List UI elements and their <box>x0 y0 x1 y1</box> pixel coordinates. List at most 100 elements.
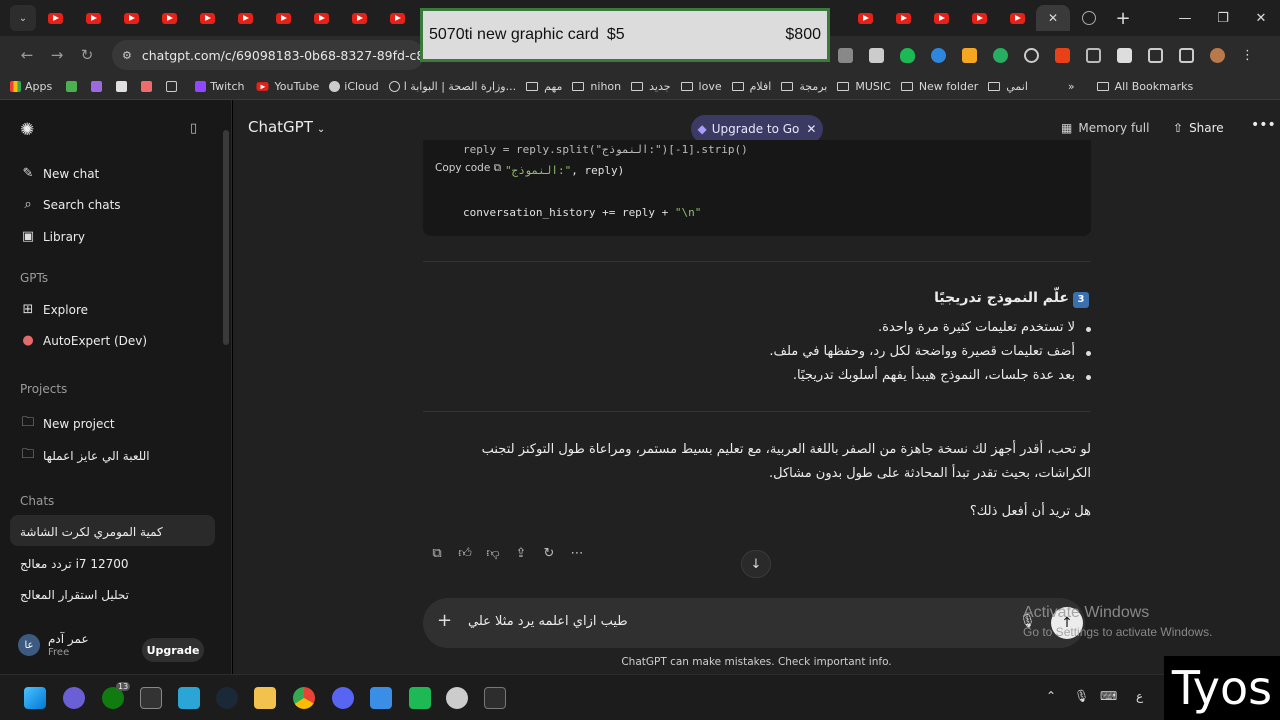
browser-tab[interactable] <box>846 5 884 31</box>
active-tab-close-icon[interactable]: ✕ <box>1036 5 1070 31</box>
upgrade-button[interactable]: Upgrade <box>142 638 204 662</box>
chat-item[interactable]: تحليل استقرار المعالج <box>20 588 129 602</box>
epic-games-icon[interactable] <box>140 687 162 709</box>
thumbs-up-icon[interactable]: 👍︎ <box>451 546 479 561</box>
shield-icon[interactable] <box>900 47 915 63</box>
sidebar-scrollbar[interactable] <box>223 130 229 345</box>
extension-icon[interactable] <box>838 47 853 63</box>
upgrade-to-go-pill[interactable]: ◆ Upgrade to Go ✕ <box>691 115 823 143</box>
copy-code-button[interactable]: Copy code ⧉ <box>435 162 506 175</box>
app-icon[interactable] <box>63 687 85 709</box>
share-button[interactable]: ⇧ Share <box>1173 121 1224 135</box>
more-options-icon[interactable]: ••• <box>1251 117 1276 133</box>
puzzle-icon[interactable] <box>1148 47 1163 63</box>
browser-tab[interactable] <box>960 5 998 31</box>
sidepanel-icon[interactable] <box>1179 47 1194 63</box>
bookmark-folder[interactable]: New folder <box>900 80 978 93</box>
chat-item[interactable]: كمية المومري لكرت الشاشة <box>20 525 163 539</box>
browser-tab[interactable] <box>884 5 922 31</box>
regenerate-icon[interactable]: ↻ <box>535 546 563 561</box>
browser-tab[interactable] <box>36 5 74 31</box>
minimize-icon[interactable]: — <box>1166 11 1204 26</box>
model-selector[interactable]: ChatGPT ⌄ <box>248 118 325 136</box>
extension-icon[interactable] <box>869 47 884 63</box>
bookmark-folder[interactable]: nihon <box>572 80 621 93</box>
keyboard-icon[interactable]: ⌨ <box>1100 689 1117 703</box>
plus-icon[interactable]: + <box>437 610 452 631</box>
browser-tab[interactable] <box>226 5 264 31</box>
maximize-icon[interactable]: ❐ <box>1204 11 1242 26</box>
terminal-icon[interactable] <box>484 687 506 709</box>
extension-icon[interactable] <box>993 47 1008 63</box>
browser-tab[interactable] <box>340 5 378 31</box>
bookmark-icon[interactable] <box>116 81 128 92</box>
site-settings-icon[interactable]: ⚙ <box>122 49 132 62</box>
extension-icon[interactable] <box>1086 47 1101 63</box>
bookmark-folder[interactable]: افلام <box>731 80 771 93</box>
composer-input[interactable]: طيب ازاي اعلمه يرد مثلا علي <box>468 614 628 629</box>
openai-logo[interactable]: ✺ <box>20 120 34 140</box>
new-chat-button[interactable]: ✎ New chat <box>20 166 100 181</box>
power-icon[interactable] <box>1024 47 1039 63</box>
copy-icon[interactable]: ⧉ <box>423 546 451 561</box>
app-icon[interactable] <box>409 687 431 709</box>
extension-icon[interactable] <box>1117 47 1132 63</box>
bookmarks-overflow-icon[interactable]: » <box>1068 80 1075 93</box>
browser-tab[interactable] <box>188 5 226 31</box>
back-icon[interactable]: ← <box>12 46 42 64</box>
new-project-button[interactable]: 🗀 New project <box>20 413 114 435</box>
tray-chevron-icon[interactable]: ⌃ <box>1046 689 1056 703</box>
browser-tab[interactable] <box>922 5 960 31</box>
gpt-autoexpert[interactable]: ● AutoExpert (Dev) <box>20 333 147 348</box>
share-icon[interactable]: ⇪ <box>507 546 535 561</box>
bookmark-icon[interactable] <box>141 81 153 92</box>
explore-gpts-button[interactable]: ⊞ Explore <box>20 302 88 317</box>
user-profile[interactable]: عا عمر آدم Free <box>18 632 89 658</box>
extension-icon[interactable] <box>962 47 977 63</box>
chat-item[interactable]: تردد معالج i7 12700 <box>20 557 129 571</box>
microphone-tray-icon[interactable]: 🎙︎ <box>1074 689 1089 703</box>
app-icon[interactable] <box>446 687 468 709</box>
extension-icon[interactable] <box>931 47 946 63</box>
scroll-down-button[interactable]: ↓ <box>741 550 771 578</box>
browser-tab[interactable] <box>150 5 188 31</box>
windows-start-icon[interactable] <box>24 687 46 709</box>
more-icon[interactable]: ⋯ <box>563 546 591 561</box>
browser-tab[interactable] <box>998 5 1036 31</box>
discord-icon[interactable] <box>332 687 354 709</box>
bookmark-folder[interactable]: love <box>680 80 722 93</box>
search-chats-button[interactable]: ⌕ Search chats <box>20 197 120 212</box>
language-indicator[interactable]: ع <box>1136 689 1143 703</box>
tab-search-icon[interactable]: ⌄ <box>10 5 36 31</box>
new-tab-button[interactable]: + <box>1108 8 1138 29</box>
browser-tab[interactable] <box>112 5 150 31</box>
bookmark-youtube[interactable]: YouTube <box>255 80 319 93</box>
browser-tab[interactable] <box>74 5 112 31</box>
project-item[interactable]: 🗀 اللعبة الي عايز اعملها <box>20 445 149 467</box>
library-button[interactable]: ▣ Library <box>20 229 85 244</box>
steam-icon[interactable] <box>216 687 238 709</box>
bookmark-folder[interactable]: MUSIC <box>837 80 891 93</box>
menu-dots-icon[interactable]: ⋮ <box>1241 48 1256 63</box>
all-bookmarks[interactable]: All Bookmarks <box>1096 80 1193 93</box>
chatgpt-tab[interactable] <box>1070 5 1108 31</box>
extension-icon[interactable] <box>1055 47 1070 63</box>
url-bar[interactable]: ⚙ chatgpt.com/c/69098183-0b68-8327-89fd-… <box>112 40 424 70</box>
bookmark-health[interactable]: وزارة الصحة | البوابة ا... <box>388 80 516 93</box>
memory-full-button[interactable]: ▦ Memory full <box>1061 121 1149 135</box>
photos-icon[interactable] <box>370 687 392 709</box>
reload-icon[interactable]: ↻ <box>72 46 102 64</box>
bookmark-apps[interactable]: Apps <box>10 80 52 93</box>
forward-icon[interactable]: → <box>42 46 72 64</box>
chrome-icon[interactable] <box>293 687 315 709</box>
collapse-sidebar-icon[interactable]: ▯ <box>190 121 197 136</box>
bookmark-folder[interactable]: جديد <box>631 80 671 93</box>
bookmark-folder[interactable]: برمجة <box>781 80 827 93</box>
bookmark-folder[interactable]: مهم <box>526 80 562 93</box>
browser-tab[interactable] <box>264 5 302 31</box>
message-composer[interactable]: + طيب ازاي اعلمه يرد مثلا علي 🎙︎ ↑ <box>423 598 1085 648</box>
browser-tab[interactable] <box>302 5 340 31</box>
close-icon[interactable]: ✕ <box>806 122 816 136</box>
bookmark-folder[interactable]: انمي <box>988 80 1028 93</box>
app-icon[interactable] <box>178 687 200 709</box>
